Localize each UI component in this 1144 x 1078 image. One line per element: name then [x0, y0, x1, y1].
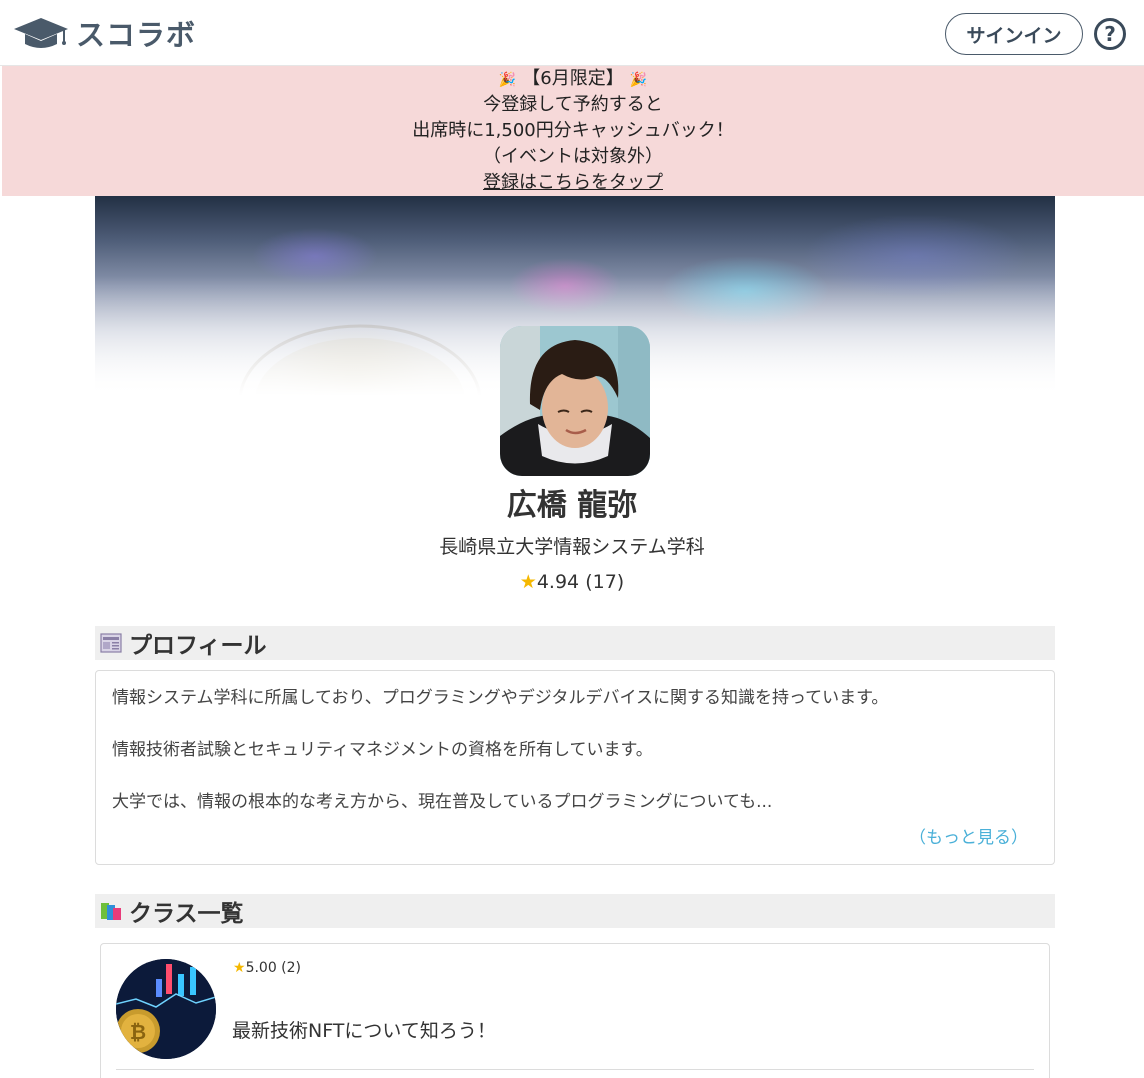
newspaper-icon	[100, 633, 122, 653]
books-icon	[101, 903, 121, 920]
teacher-name: 広橋 龍弥	[506, 488, 638, 523]
app-header: スコラボ サインイン ?	[0, 0, 1144, 66]
show-more-link[interactable]: （もっと見る）	[909, 823, 1028, 848]
logo[interactable]: スコラボ	[12, 12, 196, 54]
classes-section-title: クラス一覧	[129, 901, 244, 927]
banner-line-4: （イベントは対象外）	[483, 146, 663, 167]
profile-description-card: 情報システム学科に所属しており、プログラミングやデジタルデバイスに関する知識を持…	[95, 670, 1055, 865]
class-card[interactable]: ₿ ★5.00 (2) 最新技術NFTについて知ろう！	[100, 943, 1050, 1078]
profile-section-header: プロフィール	[95, 626, 1055, 660]
banner-line-1: 🎉 【6月限定】 🎉	[2, 66, 1144, 92]
party-popper-icon: 🎉	[629, 72, 648, 88]
banner-line-3: 出席時に1,500円分キャッシュバック！	[412, 120, 734, 141]
star-icon: ★	[519, 571, 537, 593]
class-thumbnail: ₿	[116, 959, 216, 1059]
help-icon[interactable]: ?	[1094, 18, 1126, 50]
profile-photo	[500, 326, 650, 476]
class-rating-value: 5.00 (2)	[245, 960, 302, 976]
promo-banner: 🎉 【6月限定】 🎉 今登録して予約すると 出席時に1,500円分キャッシュバック！…	[2, 66, 1144, 196]
signin-button[interactable]: サインイン	[945, 13, 1083, 55]
class-title[interactable]: 最新技術NFTについて知ろう！	[232, 1016, 496, 1043]
profile-paragraph: 大学では、情報の根本的な考え方から、現在普及しているプログラミングについても..…	[112, 792, 773, 812]
party-popper-icon: 🎉	[498, 72, 517, 88]
divider	[116, 1069, 1034, 1070]
banner-line-2: 今登録して予約すると	[483, 94, 663, 115]
register-link[interactable]: 登録はこちらをタップ	[483, 172, 663, 193]
teacher-rating: ★4.94 (17)	[0, 567, 1144, 597]
profile-section-title: プロフィール	[129, 633, 267, 659]
svg-text:₿: ₿	[130, 1020, 146, 1044]
profile-paragraph: 情報システム学科に所属しており、プログラミングやデジタルデバイスに関する知識を持…	[112, 688, 889, 708]
star-icon: ★	[233, 960, 246, 976]
class-rating: ★5.00 (2)	[233, 960, 301, 976]
graduation-cap-icon	[14, 18, 68, 48]
classes-section-header: クラス一覧	[95, 894, 1055, 928]
avatar	[500, 326, 650, 476]
bitcoin-thumbnail: ₿	[116, 959, 216, 1059]
rating-value: 4.94 (17)	[536, 571, 625, 593]
school-affiliation: 長崎県立大学情報システム学科	[439, 536, 705, 558]
logo-text: スコラボ	[76, 18, 197, 52]
profile-paragraph: 情報技術者試験とセキュリティマネジメントの資格を所有しています。	[112, 740, 653, 760]
banner-title: 【6月限定】	[522, 68, 624, 89]
